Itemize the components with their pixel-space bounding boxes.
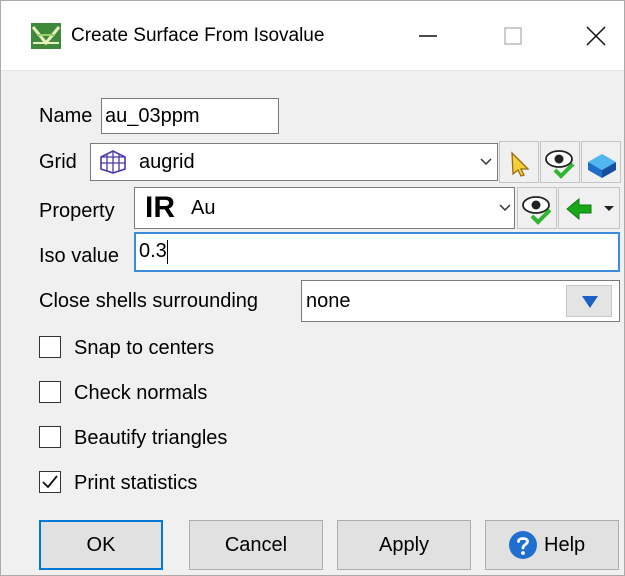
cancel-button[interactable]: Cancel <box>189 520 323 570</box>
dialog-window: Create Surface From Isovalue Name au_03p… <box>0 0 625 576</box>
check-normals-checkbox[interactable] <box>39 381 61 403</box>
maximize-button[interactable] <box>493 19 533 53</box>
text-cursor <box>166 239 168 264</box>
help-question-icon <box>509 531 537 559</box>
property-arrow-menu-button[interactable] <box>558 187 620 229</box>
iso-value-label: Iso value <box>39 245 120 267</box>
grid-display-button[interactable] <box>581 141 621 183</box>
chevron-down-icon <box>479 145 493 190</box>
window-title: Create Surface From Isovalue <box>71 25 325 46</box>
property-visibility-button[interactable] <box>517 187 557 229</box>
name-label: Name <box>39 105 93 127</box>
close-button[interactable] <box>576 19 616 53</box>
minimize-icon <box>419 35 437 37</box>
property-label: Property <box>39 200 115 222</box>
property-combobox[interactable]: IR Au <box>134 187 515 229</box>
close-icon <box>586 26 606 46</box>
snap-to-centers-label[interactable]: Snap to centers <box>74 335 214 361</box>
property-type-badge: IR <box>145 191 175 224</box>
snap-to-centers-checkbox[interactable] <box>39 336 61 358</box>
grid-label: Grid <box>39 151 77 173</box>
green-arrow-left-icon <box>566 197 614 221</box>
grid-visibility-button[interactable] <box>540 141 580 183</box>
iso-value-text: 0.3 <box>139 240 167 262</box>
triangle-down-icon <box>582 296 598 308</box>
print-statistics-label[interactable]: Print statistics <box>74 470 197 496</box>
checkmark-icon <box>42 475 58 489</box>
name-input[interactable]: au_03ppm <box>101 98 279 134</box>
help-button-label: Help <box>544 534 586 556</box>
apply-button[interactable]: Apply <box>337 520 471 570</box>
chevron-down-icon <box>498 191 512 236</box>
close-shells-combobox[interactable]: none <box>301 280 620 322</box>
beautify-triangles-label[interactable]: Beautify triangles <box>74 425 227 451</box>
close-shells-label: Close shells surrounding <box>39 290 259 312</box>
title-bar[interactable]: Create Surface From Isovalue <box>1 1 624 71</box>
3d-box-icon <box>588 154 616 178</box>
grid-value: augrid <box>139 151 195 173</box>
help-button[interactable]: Help <box>485 520 619 570</box>
property-value: Au <box>191 197 216 219</box>
maximize-icon <box>504 27 522 45</box>
dropdown-button[interactable] <box>566 285 612 317</box>
eye-check-icon <box>545 150 575 179</box>
grid-combobox[interactable]: augrid <box>90 143 498 181</box>
grid-mesh-icon <box>99 149 127 175</box>
pointer-arrow-icon <box>511 151 530 177</box>
minimize-button[interactable] <box>408 19 448 53</box>
pick-grid-button[interactable] <box>499 141 539 183</box>
beautify-triangles-checkbox[interactable] <box>39 426 61 448</box>
iso-value-input[interactable]: 0.3 <box>134 232 620 272</box>
check-normals-label[interactable]: Check normals <box>74 380 207 406</box>
eye-check-icon <box>522 196 552 225</box>
print-statistics-checkbox[interactable] <box>39 471 61 493</box>
ok-button[interactable]: OK <box>39 520 163 570</box>
app-logo-icon <box>31 23 61 49</box>
close-shells-value: none <box>306 290 351 312</box>
